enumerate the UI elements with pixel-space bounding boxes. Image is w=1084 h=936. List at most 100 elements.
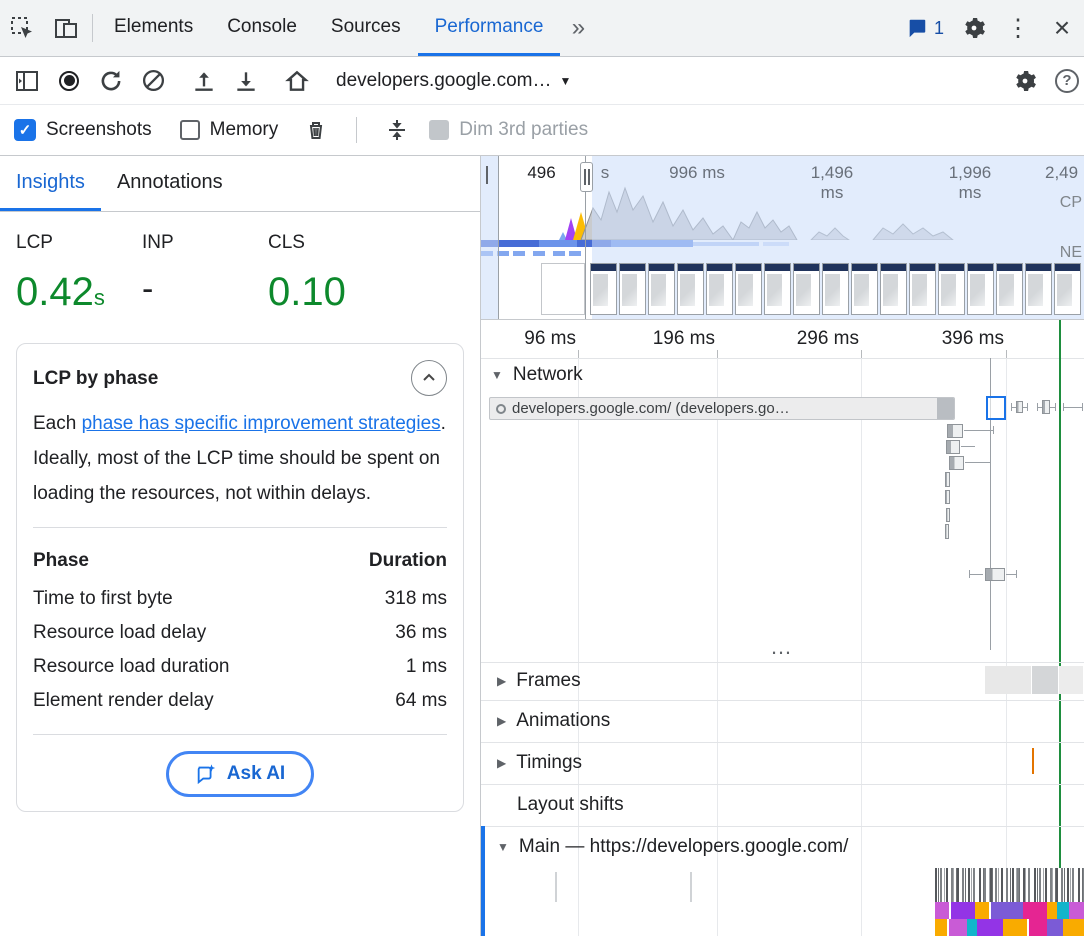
- track-main-thread[interactable]: ▼ Main — https://developers.google.com/: [497, 836, 848, 858]
- save-profile-icon[interactable]: [225, 61, 267, 101]
- timeline-detail: 96 ms 196 ms 296 ms 396 ms ▼ Network dev…: [481, 320, 1084, 936]
- memory-checkbox[interactable]: Memory: [180, 119, 279, 141]
- collapse-sections-icon[interactable]: [375, 118, 419, 142]
- divider: [92, 14, 93, 42]
- frame-block: [1059, 666, 1083, 694]
- lcp-by-phase-card: LCP by phase Each phase has specific imp…: [16, 343, 464, 812]
- selected-request-box[interactable]: [986, 396, 1006, 420]
- network-request-bar[interactable]: [945, 472, 950, 487]
- metric-cls: CLS 0.10: [268, 232, 394, 315]
- ruler-label: 96 ms: [484, 328, 576, 350]
- ai-chat-icon: [195, 763, 217, 785]
- table-row: Resource load duration1 ms: [33, 650, 447, 684]
- filmstrip-frame[interactable]: [541, 263, 585, 315]
- network-request-bar[interactable]: [1042, 400, 1050, 414]
- filmstrip-frame[interactable]: [967, 263, 994, 315]
- home-icon[interactable]: [276, 61, 318, 101]
- dim-3rd-parties-checkbox[interactable]: Dim 3rd parties: [429, 119, 588, 141]
- collapse-card-button[interactable]: [411, 360, 447, 396]
- filmstrip-frame[interactable]: [996, 263, 1023, 315]
- help-icon[interactable]: ?: [1046, 61, 1084, 101]
- record-button[interactable]: [48, 61, 90, 101]
- network-request-bar[interactable]: [985, 568, 1005, 581]
- console-messages-button[interactable]: 1: [898, 0, 952, 56]
- overview-time-label: s: [598, 163, 612, 183]
- network-request-bar[interactable]: [946, 440, 960, 454]
- network-request-bar[interactable]: [949, 456, 964, 470]
- track-layout-shifts[interactable]: Layout shifts: [517, 794, 624, 816]
- divider: [356, 117, 357, 143]
- filmstrip-frame[interactable]: [822, 263, 849, 315]
- chevron-up-icon: [420, 369, 438, 387]
- filmstrip-frame[interactable]: [706, 263, 733, 315]
- more-tabs-icon[interactable]: »: [560, 0, 596, 56]
- window-left-handle[interactable]: [486, 166, 488, 184]
- main-flame-chart[interactable]: [935, 868, 1084, 936]
- devtools-window: Elements Console Sources Performance » 1…: [0, 0, 1084, 936]
- track-frames[interactable]: ▶ Frames: [497, 670, 581, 692]
- network-request-bar[interactable]: [945, 490, 950, 504]
- tab-elements[interactable]: Elements: [97, 0, 210, 56]
- record-and-reload-icon[interactable]: [90, 61, 132, 101]
- history-url-select[interactable]: developers.google.com… ▼: [336, 70, 571, 92]
- metrics-summary: LCP 0.42s INP - CLS 0.10: [0, 212, 480, 329]
- main-tick: [690, 872, 692, 902]
- filmstrip-frame[interactable]: [619, 263, 646, 315]
- inspect-element-icon[interactable]: [0, 0, 44, 56]
- filmstrip-frame[interactable]: [764, 263, 791, 315]
- tab-performance[interactable]: Performance: [418, 0, 561, 56]
- filmstrip-frame[interactable]: [648, 263, 675, 315]
- track-splitter-handle[interactable]: …: [481, 634, 1084, 660]
- ruler-label: 296 ms: [767, 328, 859, 350]
- card-title: LCP by phase: [33, 360, 158, 390]
- network-request-bar[interactable]: [947, 424, 963, 438]
- filmstrip-frame[interactable]: [851, 263, 878, 315]
- garbage-collect-icon[interactable]: [294, 118, 338, 142]
- tab-console[interactable]: Console: [210, 0, 314, 56]
- track-animations[interactable]: ▶ Animations: [497, 710, 610, 732]
- table-row: Resource load delay36 ms: [33, 616, 447, 650]
- device-toolbar-icon[interactable]: [44, 0, 88, 56]
- filmstrip-frame[interactable]: [590, 263, 617, 315]
- clear-icon[interactable]: [132, 61, 174, 101]
- capture-settings-gear-icon[interactable]: [1004, 61, 1046, 101]
- toggle-sidebar-icon[interactable]: [6, 61, 48, 101]
- filmstrip-frame[interactable]: [793, 263, 820, 315]
- screenshots-checkbox[interactable]: ✓ Screenshots: [14, 119, 152, 141]
- overview-time-label: 2,49: [1045, 163, 1084, 183]
- load-profile-icon[interactable]: [183, 61, 225, 101]
- improvement-strategies-link[interactable]: phase has specific improvement strategie…: [82, 413, 441, 434]
- expander-right-icon: ▶: [497, 756, 506, 770]
- network-request-bar[interactable]: [945, 524, 949, 539]
- overview-time-label: 1,996 ms: [936, 163, 1004, 203]
- tab-insights[interactable]: Insights: [0, 156, 101, 211]
- network-request-bar[interactable]: [946, 508, 950, 522]
- filmstrip-frame[interactable]: [880, 263, 907, 315]
- column-duration: Duration: [329, 544, 447, 582]
- metric-lcp: LCP 0.42s: [16, 232, 142, 315]
- filmstrip-frame[interactable]: [1054, 263, 1081, 315]
- filmstrip-frame[interactable]: [735, 263, 762, 315]
- network-request-bar[interactable]: developers.google.com/ (developers.go…: [489, 397, 955, 420]
- filmstrip-frame[interactable]: [909, 263, 936, 315]
- filmstrip-frame[interactable]: [938, 263, 965, 315]
- filmstrip-frame[interactable]: [1025, 263, 1052, 315]
- track-network[interactable]: ▼ Network: [491, 364, 583, 386]
- message-bubble-icon: [906, 17, 928, 39]
- settings-gear-icon[interactable]: [952, 0, 996, 56]
- ask-ai-button[interactable]: Ask AI: [166, 751, 314, 797]
- track-timings[interactable]: ▶ Timings: [497, 752, 582, 774]
- tab-sources[interactable]: Sources: [314, 0, 418, 56]
- close-icon[interactable]: ×: [1040, 0, 1084, 56]
- network-request-bar[interactable]: [1016, 401, 1023, 413]
- timeline-overview[interactable]: 496 s 996 ms 1,496 ms 1,996 ms 2,49 CP N…: [481, 156, 1084, 320]
- expander-down-icon: ▼: [491, 368, 503, 382]
- kebab-menu-icon[interactable]: ⋮: [996, 0, 1040, 56]
- overview-time-label: 496: [498, 163, 585, 183]
- filmstrip-frame[interactable]: [677, 263, 704, 315]
- dropdown-arrow-icon: ▼: [559, 74, 571, 88]
- ruler-label: 396 ms: [912, 328, 1004, 350]
- ruler-label: 196 ms: [623, 328, 715, 350]
- table-row: Time to first byte318 ms: [33, 582, 447, 616]
- tab-annotations[interactable]: Annotations: [101, 156, 239, 211]
